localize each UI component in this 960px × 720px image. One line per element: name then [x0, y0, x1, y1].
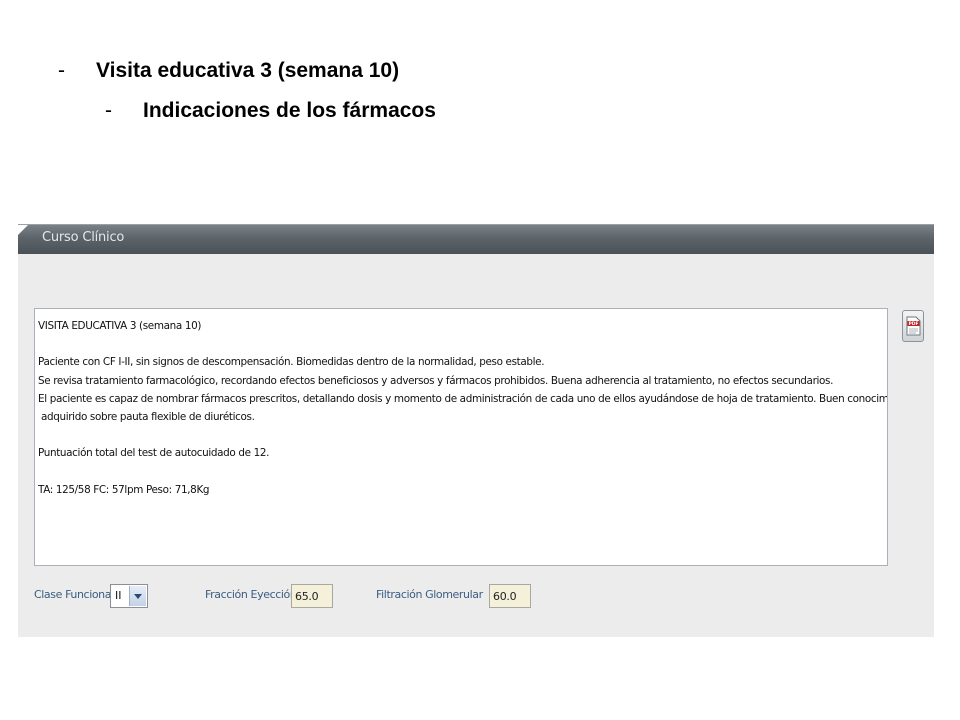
- clase-funcional-value: II: [115, 589, 122, 602]
- header-corner: [18, 225, 28, 235]
- fraccion-eyeccion-label: Fracción Eyección: [205, 588, 297, 601]
- clase-funcional-label: Clase Funcional: [34, 588, 114, 601]
- panel-title: Curso Clínico: [42, 230, 125, 245]
- notes-line: VISITA EDUCATIVA 3 (semana 10): [38, 320, 202, 332]
- notes-line: adquirido sobre pauta flexible de diurét…: [38, 411, 255, 423]
- bullet-text: Indicaciones de los fármacos: [143, 99, 436, 122]
- bullet-dash: -: [58, 59, 65, 82]
- filtracion-glomerular-label: Filtración Glomerular: [376, 588, 483, 601]
- pdf-icon: PDF: [906, 316, 921, 336]
- notes-line: [38, 335, 884, 353]
- notes-line: El paciente es capaz de nombrar fármacos…: [38, 392, 888, 405]
- notes-line: [38, 463, 884, 481]
- chevron-down-icon[interactable]: [129, 586, 146, 606]
- notes-line: Puntuación total del test de autocuidado…: [38, 447, 270, 460]
- clinical-notes-textarea[interactable]: VISITA EDUCATIVA 3 (semana 10) Paciente …: [34, 308, 888, 566]
- notes-line: TA: 125/58 FC: 57lpm Peso: 71,8Kg: [38, 483, 210, 496]
- svg-text:PDF: PDF: [908, 321, 918, 327]
- pdf-export-button[interactable]: PDF: [902, 310, 924, 342]
- notes-line: [38, 426, 884, 444]
- bullet-dash: -: [105, 99, 112, 122]
- bullet-visita-educativa: - Visita educativa 3 (semana 10): [58, 59, 399, 83]
- panel-header: Curso Clínico: [18, 224, 934, 254]
- fraccion-eyeccion-field[interactable]: 65.0: [291, 584, 333, 608]
- curso-clinico-panel: Curso Clínico VISITA EDUCATIVA 3 (semana…: [18, 224, 934, 637]
- notes-line: Se revisa tratamiento farmacológico, rec…: [38, 374, 834, 387]
- notes-line: Paciente con CF I-II, sin signos de desc…: [38, 356, 545, 369]
- bullet-text: Visita educativa 3 (semana 10): [96, 59, 400, 82]
- filtracion-glomerular-field[interactable]: 60.0: [489, 584, 531, 608]
- clase-funcional-select[interactable]: II: [110, 584, 148, 608]
- bullet-indicaciones: - Indicaciones de los fármacos: [105, 99, 436, 123]
